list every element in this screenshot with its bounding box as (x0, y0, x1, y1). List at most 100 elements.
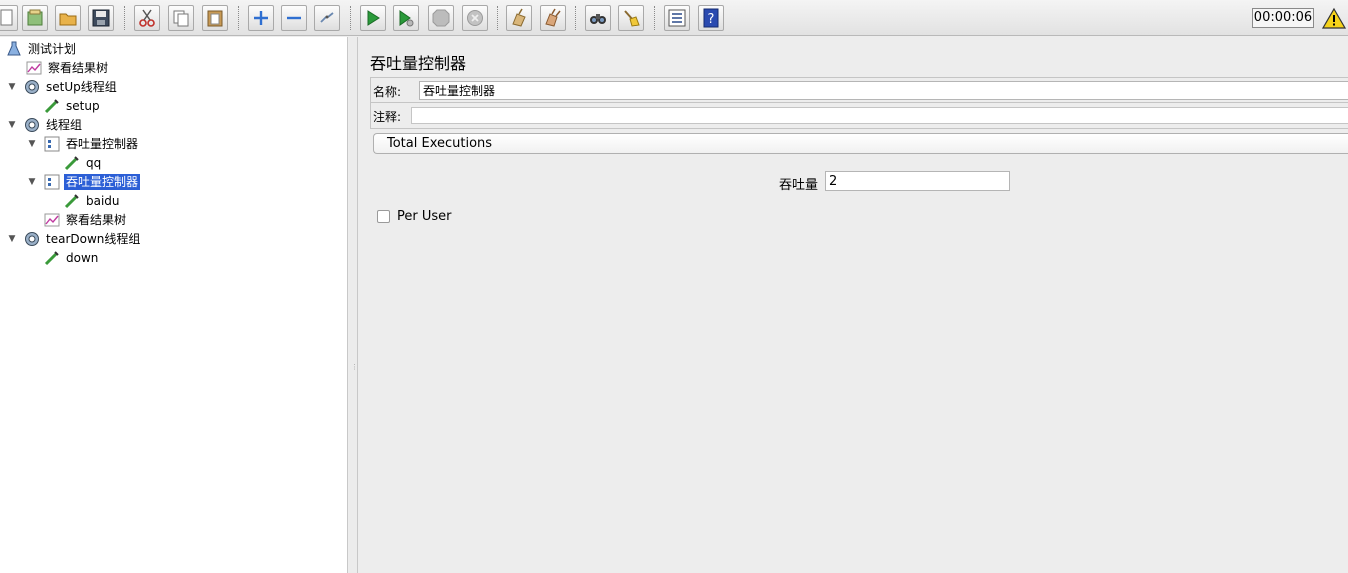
tree-node-qq-sampler[interactable]: qq (64, 153, 103, 172)
tree-node-teardown-thread-group[interactable]: tearDown线程组 (24, 229, 142, 248)
tree-node-label: baidu (86, 193, 120, 208)
stop-button[interactable] (428, 5, 454, 31)
save-icon (92, 9, 110, 27)
tree-node-view-results-tree[interactable]: 察看结果树 (26, 58, 110, 77)
controller-icon (44, 136, 60, 152)
tree-node-label: 线程组 (46, 117, 83, 132)
per-user-label: Per User (397, 209, 452, 224)
warning-icon[interactable] (1322, 7, 1346, 29)
sampler-icon (64, 155, 80, 171)
tree-node-thread-group[interactable]: 线程组 (24, 115, 84, 134)
start-button[interactable] (360, 5, 386, 31)
paste-button[interactable] (202, 5, 228, 31)
help-icon: ? (703, 8, 719, 28)
templates-button[interactable] (22, 5, 48, 31)
throughput-label: 吞吐量 (779, 178, 819, 193)
collapse-icon (287, 16, 301, 20)
tree-node-label: setup (66, 98, 100, 113)
save-button[interactable] (88, 5, 114, 31)
tree-node-throughput-controller-1[interactable]: 吞吐量控制器 (44, 134, 140, 153)
tree-node-view-results-tree-2[interactable]: 察看结果树 (44, 210, 128, 229)
elapsed-timer: 00:00:06 (1252, 8, 1314, 28)
name-field[interactable]: 吞吐量控制器 (419, 81, 1348, 100)
tree-node-baidu-sampler[interactable]: baidu (64, 191, 122, 210)
start-icon (367, 10, 380, 26)
expand-toggle[interactable]: ▼ (7, 234, 17, 244)
shutdown-button[interactable] (462, 5, 488, 31)
tree-node-throughput-controller-2[interactable]: 吞吐量控制器 (44, 172, 141, 191)
start-no-pause-icon (399, 10, 414, 27)
open-button[interactable] (55, 5, 81, 31)
tree-node-label: tearDown线程组 (46, 231, 141, 246)
function-helper-button[interactable] (664, 5, 690, 31)
checkbox-box[interactable] (377, 210, 390, 223)
expand-button[interactable] (248, 5, 274, 31)
test-plan-icon (6, 41, 22, 57)
splitter-grip-icon: ⋮ (351, 363, 358, 371)
controller-icon (44, 174, 60, 190)
help-button[interactable]: ? (698, 5, 724, 31)
sampler-icon (44, 250, 60, 266)
tree-node-label: 测试计划 (28, 41, 77, 56)
pane-splitter[interactable]: ⋮ (349, 37, 358, 573)
tree-node-label: down (66, 250, 99, 265)
tree-node-setup-thread-group[interactable]: setUp线程组 (24, 77, 119, 96)
toggle-button[interactable] (314, 5, 340, 31)
start-no-pause-button[interactable] (393, 5, 419, 31)
comment-field[interactable] (411, 107, 1348, 124)
svg-text:?: ? (708, 12, 715, 27)
tree-node-label-selected: 吞吐量控制器 (64, 173, 141, 190)
sampler-icon (64, 193, 80, 209)
search-icon (590, 14, 606, 24)
new-icon (0, 9, 13, 26)
new-button[interactable] (0, 5, 18, 31)
expand-toggle[interactable]: ▼ (27, 139, 37, 149)
thread-group-icon (24, 231, 40, 247)
panel-title: 吞吐量控制器 (370, 54, 467, 73)
expand-toggle[interactable]: ▼ (7, 120, 17, 130)
expand-toggle[interactable]: ▼ (7, 82, 17, 92)
tree-node-label: 吞吐量控制器 (66, 136, 139, 151)
templates-icon (27, 9, 43, 26)
test-plan-tree: 测试计划 察看结果树 ▼ setUp线程组 setup ▼ 线程组 ▼ 吞吐量控… (0, 37, 348, 573)
copy-button[interactable] (168, 5, 194, 31)
cut-icon (139, 9, 155, 27)
clear-button[interactable] (506, 5, 532, 31)
clear-icon (512, 8, 526, 27)
name-row: 名称: 吞吐量控制器 (370, 77, 1348, 103)
toolbar: ? 00:00:06 (0, 0, 1348, 36)
listener-icon (44, 212, 60, 228)
paste-icon (207, 10, 223, 27)
search-button[interactable] (585, 5, 611, 31)
name-label: 名称: (373, 85, 402, 99)
toggle-icon (320, 12, 334, 23)
expand-toggle[interactable]: ▼ (27, 177, 37, 187)
open-icon (59, 13, 77, 26)
thread-group-icon (24, 117, 40, 133)
tree-node-setup-sampler[interactable]: setup (44, 96, 102, 115)
collapse-button[interactable] (281, 5, 307, 31)
execution-mode-select[interactable]: Total Executions (373, 133, 1348, 154)
cut-button[interactable] (134, 5, 160, 31)
clear-all-icon (545, 8, 561, 27)
tree-node-test-plan[interactable]: 测试计划 (6, 39, 78, 58)
function-helper-icon (668, 9, 686, 27)
clear-all-button[interactable] (540, 5, 566, 31)
sampler-icon (44, 98, 60, 114)
tree-node-label: 察看结果树 (48, 60, 109, 75)
comment-row: 注释: (370, 103, 1348, 129)
per-user-checkbox[interactable]: Per User (377, 209, 451, 224)
reset-search-icon (624, 10, 640, 27)
tree-node-label: 察看结果树 (66, 212, 127, 227)
expand-icon (254, 11, 268, 25)
tree-node-label: setUp线程组 (46, 79, 117, 94)
reset-search-button[interactable] (618, 5, 644, 31)
copy-icon (173, 10, 189, 27)
tree-node-down-sampler[interactable]: down (44, 248, 100, 267)
throughput-field[interactable]: 2 (825, 171, 1010, 191)
shutdown-icon (467, 10, 483, 26)
listener-icon (26, 60, 42, 76)
stop-icon (432, 9, 450, 27)
thread-group-icon (24, 79, 40, 95)
controller-panel: 吞吐量控制器 名称: 吞吐量控制器 注释: Total Executions 吞… (359, 37, 1348, 573)
